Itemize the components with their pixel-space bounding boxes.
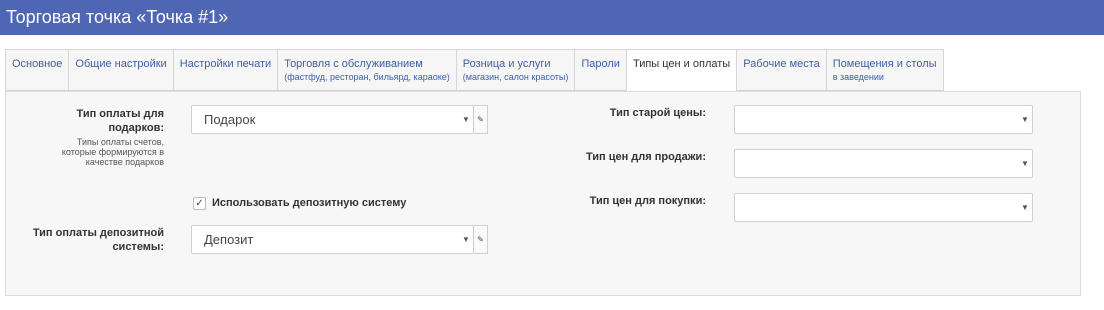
tab-label: Торговля с обслуживанием <box>284 58 423 70</box>
chevron-down-icon: ▼ <box>462 235 470 244</box>
hint-line: качестве подарков <box>85 157 164 167</box>
label-line: Тип оплаты для <box>76 108 164 120</box>
chevron-down-icon: ▼ <box>1021 203 1029 212</box>
sale-price-type-label: Тип цен для продажи: <box>585 151 706 163</box>
chevron-down-icon: ▼ <box>1021 115 1029 124</box>
gift-payment-edit-button[interactable]: ✎ <box>474 105 488 134</box>
old-price-type-select[interactable]: ▼ <box>734 105 1033 134</box>
deposit-payment-value: Депозит <box>204 232 254 247</box>
chevron-down-icon: ▼ <box>1021 159 1029 168</box>
old-price-type-label: Тип старой цены: <box>609 107 706 119</box>
tab-workplaces[interactable]: Рабочие места <box>736 49 826 91</box>
tab-main[interactable]: Основное <box>5 49 69 91</box>
tab-label: Помещения и столы <box>832 58 937 70</box>
tab-service-trade[interactable]: Торговля с обслуживанием (фастфуд, рестор… <box>277 49 456 91</box>
edit-icon: ✎ <box>477 115 484 124</box>
chevron-down-icon: ▼ <box>462 115 470 124</box>
tab-print-settings[interactable]: Настройки печати <box>172 49 278 91</box>
label-line: подарков: <box>108 122 164 134</box>
settings-tabs: Основное Общие настройки Настройки печат… <box>5 49 944 91</box>
hint-line: Типы оплаты счетов, <box>76 137 164 147</box>
hint-line: которые формируются в <box>61 147 164 157</box>
check-icon: ✓ <box>195 198 204 209</box>
tab-sublabel: (магазин, салон красоты) <box>462 72 569 82</box>
tab-label: Настройки печати <box>179 58 272 70</box>
edit-icon: ✎ <box>477 235 484 244</box>
tab-passwords[interactable]: Пароли <box>574 49 626 91</box>
gift-payment-label: Тип оплаты для подарков: <box>14 107 164 135</box>
tab-label: Общие настройки <box>75 58 167 70</box>
deposit-checkbox[interactable]: ✓ <box>193 197 206 210</box>
purchase-price-type-select[interactable]: ▼ <box>734 193 1033 222</box>
page-title-bar: Торговая точка «Точка #1» <box>0 0 1104 35</box>
purchase-price-type-label: Тип цен для покупки: <box>589 195 706 207</box>
tab-label: Рабочие места <box>743 58 820 70</box>
page-title: Торговая точка «Точка #1» <box>6 7 229 27</box>
tab-label: Пароли <box>581 58 620 70</box>
tab-general-settings[interactable]: Общие настройки <box>68 49 173 91</box>
tab-price-payment-types[interactable]: Типы цен и оплаты <box>625 49 737 91</box>
label-line: системы: <box>112 241 164 253</box>
tab-sublabel: в заведении <box>832 72 884 82</box>
tab-rooms-tables[interactable]: Помещения и столы в заведении <box>825 49 944 91</box>
tab-retail-services[interactable]: Розница и услуги (магазин, салон красоты) <box>455 49 575 91</box>
tab-sublabel: (фастфуд, ресторан, бильярд, караоке) <box>284 72 450 82</box>
tab-label: Типы цен и оплаты <box>632 58 731 70</box>
deposit-payment-label: Тип оплаты депозитной системы: <box>14 226 164 254</box>
gift-payment-value: Подарок <box>204 112 256 127</box>
settings-panel: Тип оплаты для подарков: Типы оплаты сче… <box>5 91 1081 296</box>
sale-price-type-select[interactable]: ▼ <box>734 149 1033 178</box>
deposit-payment-select[interactable]: Депозит ▼ <box>191 225 474 254</box>
tab-label: Розница и услуги <box>462 58 551 70</box>
gift-payment-select[interactable]: Подарок ▼ <box>191 105 474 134</box>
gift-payment-hint: Типы оплаты счетов, которые формируются … <box>14 137 164 167</box>
tab-label: Основное <box>12 58 63 70</box>
label-line: Тип оплаты депозитной <box>32 227 164 239</box>
deposit-payment-edit-button[interactable]: ✎ <box>474 225 488 254</box>
deposit-checkbox-label[interactable]: Использовать депозитную систему <box>212 197 406 209</box>
